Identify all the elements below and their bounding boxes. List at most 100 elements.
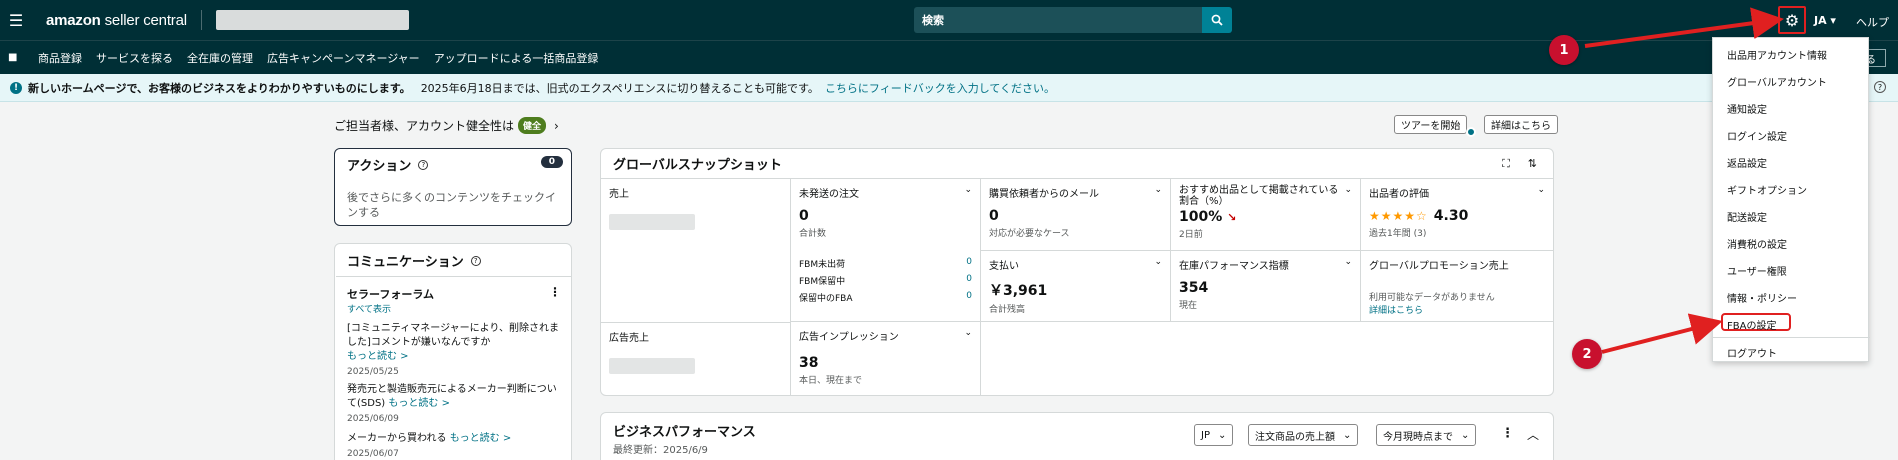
chevron-down-icon[interactable]: ⌄ [964, 328, 972, 338]
help-link[interactable]: ヘルプ [1856, 14, 1889, 30]
start-tour-button[interactable]: ツアーを開始 [1394, 115, 1468, 134]
chevron-down-icon[interactable]: ⌄ [1154, 185, 1162, 195]
forum-title[interactable]: セラーフォーラム [347, 286, 434, 302]
post-date: 2025/06/07 [347, 449, 399, 459]
post-date: 2025/05/25 [347, 367, 399, 377]
language-selector[interactable]: JA ▾ [1814, 14, 1836, 27]
promotion-learn-more-link[interactable]: 詳細はこちら [1369, 303, 1545, 316]
promotion-sub: 利用可能なデータがありません [1369, 293, 1495, 303]
nav-item-explore-services[interactable]: サービスを探る [96, 50, 173, 66]
chevron-down-icon[interactable]: ⌄ [1344, 185, 1352, 196]
marketplace-select[interactable]: JP ⌄ [1194, 424, 1234, 446]
nav-item-campaign-manager[interactable]: 広告キャンペーンマネージャー [267, 50, 420, 66]
nav-item-bulk-upload[interactable]: アップロードによる一括商品登録 [434, 50, 599, 66]
expand-icon[interactable]: ⛶ [1502, 157, 1510, 171]
store-selector[interactable] [215, 10, 409, 30]
snapshot-title: グローバルスナップショット [613, 158, 782, 173]
menu-item-fba-settings[interactable]: FBAの設定 [1727, 317, 1776, 332]
forum-post: メーカーから買われる もっと読む > 2025/06/07 [347, 432, 565, 460]
ad-sales-value-redacted [609, 358, 695, 374]
search-bar: 検索 [914, 7, 1232, 33]
read-more-link[interactable]: もっと読む > [347, 350, 565, 364]
menu-item-tax-settings[interactable]: 消費税の設定 [1727, 236, 1787, 251]
settings-gear-icon[interactable]: ⚙ [1778, 6, 1806, 34]
info-circle-icon[interactable]: ? [470, 255, 481, 266]
menu-item-user-permissions[interactable]: ユーザー権限 [1727, 263, 1787, 278]
featured-offer-value-row: 100% ↘ [1179, 209, 1237, 225]
nav-item-add-products[interactable]: 商品登録 [38, 50, 82, 66]
notice-bold-text: 新しいホームページで、お客様のビジネスをよりわかりやすいものにします。 [28, 81, 411, 95]
action-title-text: アクション [347, 159, 412, 174]
communication-card: コミュニケーション ? セラーフォーラム ⋮ すべて表示 [コミュニティマネージ… [334, 243, 572, 460]
menu-item-shipping-settings[interactable]: 配送設定 [1727, 209, 1767, 224]
info-icon: ! [10, 81, 22, 94]
step-marker-2: 2 [1572, 339, 1602, 369]
metric-select[interactable]: 注文商品の売上額 ⌄ [1248, 424, 1359, 446]
step-marker-1: 1 [1549, 35, 1579, 65]
read-more-link[interactable]: もっと読む > [450, 433, 512, 444]
nav-item-manage-inventory[interactable]: 全在庫の管理 [187, 50, 253, 66]
nav-bar: ■ 商品登録 サービスを探る 全在庫の管理 広告キャンペーンマネージャー アップ… [0, 40, 1898, 74]
learn-more-button[interactable]: 詳細はこちら [1484, 115, 1558, 134]
payments-value: ￥3,961 [989, 283, 1048, 299]
period-select[interactable]: 今月現時点まで ⌄ [1376, 424, 1477, 446]
search-input[interactable]: 検索 [914, 7, 1202, 33]
featured-offer-label: おすすめ出品として掲載されている割合（%） ⌄ [1179, 185, 1352, 207]
menu-icon[interactable]: ☰ [2, 0, 30, 40]
forum-post: [コミュニティマネージャーにより、削除されました]コメントが嫌いなんですか もっ… [347, 322, 565, 379]
feedback-link[interactable]: こちらにフィードバックを入力してください。 [825, 80, 1055, 96]
sales-cell[interactable]: 売上 [601, 179, 791, 322]
account-health[interactable]: ご担当者様、アカウント健全性は 健全 › [334, 117, 559, 134]
menu-item-logout[interactable]: ログアウト [1727, 345, 1777, 360]
action-count-badge: 0 [540, 156, 563, 168]
inventory-performance-cell[interactable]: 在庫パフォーマンス指標 ⌄ 354 現在 [1171, 251, 1361, 322]
chevron-down-icon[interactable]: ⌄ [1537, 185, 1545, 195]
view-all-link[interactable]: すべて表示 [347, 302, 391, 315]
chevron-down-icon[interactable]: ⌄ [964, 185, 972, 195]
breakdown-row: FBM保留中 0 [799, 274, 972, 287]
ad-sales-label: 広告売上 [609, 333, 649, 344]
logo-product: seller central [104, 11, 187, 29]
chevron-down-icon: ⌄ [1217, 429, 1227, 441]
trend-down-icon: ↘ [1227, 211, 1237, 224]
ad-sales-cell[interactable]: 広告売上 [601, 322, 791, 395]
info-circle-icon[interactable]: ? [418, 159, 429, 170]
payments-sub: 合計残高 [989, 305, 1026, 315]
unshipped-label: 未発送の注文 ⌄ [799, 185, 972, 200]
unshipped-orders-cell[interactable]: 未発送の注文 ⌄ 0 合計数 FBM未出荷 0 FBM保留中 0 保留中のFBA 0 [791, 179, 981, 322]
payments-cell[interactable]: 支払い ⌄ ￥3,961 合計残高 [981, 251, 1171, 322]
menu-item-notification-preferences[interactable]: 通知設定 [1727, 101, 1767, 116]
more-options-icon[interactable]: ⋮ [549, 285, 561, 299]
communication-title-text: コミュニケーション [347, 255, 464, 270]
seller-rating-sub: 過去1年間 (3) [1369, 229, 1427, 239]
search-button[interactable] [1202, 7, 1232, 33]
help-circle-icon[interactable]: ? [1874, 81, 1886, 93]
chevron-down-icon: ⌄ [1461, 429, 1470, 441]
menu-item-login-settings[interactable]: ログイン設定 [1727, 128, 1787, 143]
logo-divider [200, 10, 202, 30]
buyer-messages-cell[interactable]: 購買依頼者からのメール ⌄ 0 対応が必要なケース [981, 179, 1171, 251]
featured-offer-cell[interactable]: おすすめ出品として掲載されている割合（%） ⌄ 100% ↘ 2日前 [1171, 179, 1361, 251]
action-card-title: アクション ? [347, 155, 571, 174]
collapse-chevron-up-icon[interactable]: ︿ [1527, 426, 1539, 443]
search-icon [1211, 14, 1223, 26]
forum-post: 発売元と製造販売元によるメーカー判断について(SDS) もっと読む > 2025… [347, 383, 565, 426]
ad-impressions-cell[interactable]: 広告インプレッション ⌄ 38 本日、現在まで [791, 322, 981, 395]
menu-item-return-settings[interactable]: 返品設定 [1727, 155, 1767, 170]
chevron-down-icon[interactable]: ⌄ [1154, 257, 1162, 267]
chevron-right-icon: › [554, 118, 559, 133]
more-options-icon[interactable]: ⋮ [1501, 426, 1514, 441]
inventory-label: 在庫パフォーマンス指標 ⌄ [1179, 257, 1352, 272]
global-promotion-cell[interactable]: グローバルプロモーション売上 利用可能なデータがありません 詳細はこちら [1361, 251, 1553, 322]
menu-item-info-policies[interactable]: 情報・ポリシー [1727, 290, 1797, 305]
logo[interactable]: amazon seller central [46, 12, 187, 29]
menu-item-global-accounts[interactable]: グローバルアカウント [1727, 74, 1827, 89]
filter-settings-icon[interactable]: ⇅ [1528, 157, 1537, 171]
seller-rating-cell[interactable]: 出品者の評価 ⌄ ★★★★☆ 4.30 過去1年間 (3) [1361, 179, 1553, 251]
menu-item-gift-options[interactable]: ギフトオプション [1727, 182, 1807, 197]
chevron-down-icon[interactable]: ⌄ [1344, 257, 1352, 267]
menu-item-seller-account-info[interactable]: 出品用アカウント情報 [1727, 47, 1827, 62]
snapshot-toolbar: ⛶ ⇅ [1502, 157, 1537, 171]
bookmark-icon[interactable]: ■ [8, 52, 22, 63]
read-more-link[interactable]: もっと読む > [388, 398, 450, 409]
